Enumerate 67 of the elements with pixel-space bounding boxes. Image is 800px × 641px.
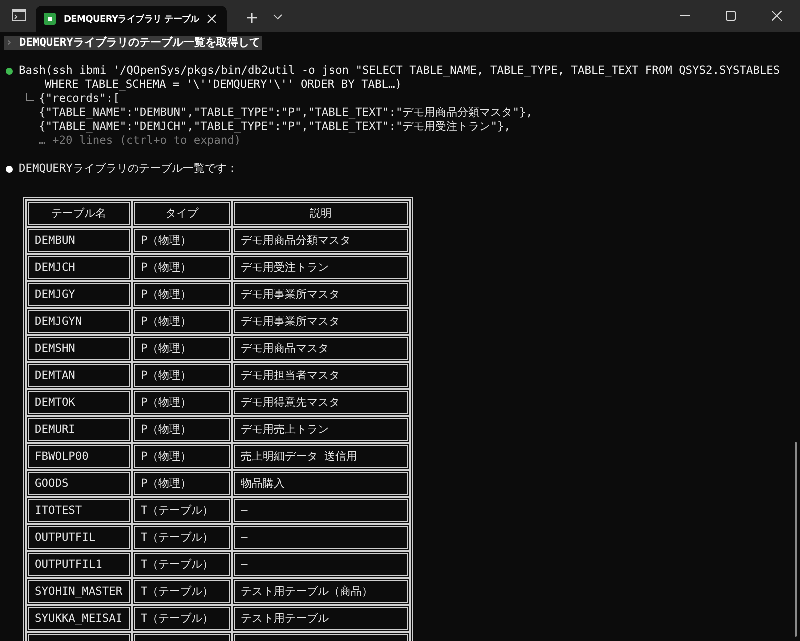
table-cell: DEMJCH — [26, 254, 132, 281]
table-cell: GOODS — [26, 470, 132, 497]
table-cell: デモ用担当者マスタ — [232, 362, 410, 389]
column-header: テーブル名 — [26, 200, 132, 227]
table-cell: P（物理） — [132, 335, 232, 362]
output-text: {"TABLE_NAME":"DEMBUN","TABLE_TYPE":"P","TABLE_TEXT":"デモ用商品分類マスタ"}, — [39, 106, 533, 120]
table-cell: DEMJGY — [26, 281, 132, 308]
table-cell: デモ用受注トラン — [232, 254, 410, 281]
assistant-message: DEMQUERYライブラリのテーブル一覧です： — [19, 162, 238, 176]
table-cell: T（テーブル） — [132, 497, 232, 524]
collapsed-lines-hint: … +20 lines (ctrl+o to expand) — [39, 134, 242, 148]
table-cell: DEMTOK — [26, 389, 132, 416]
maximize-icon[interactable] — [726, 11, 736, 21]
table-cell: デモ用事業所マスタ — [232, 281, 410, 308]
column-header: タイプ — [132, 200, 232, 227]
column-header: 説明 — [232, 200, 410, 227]
close-icon[interactable] — [772, 11, 782, 21]
table-cell: DEMTAN — [26, 362, 132, 389]
table-cell: デモ用商品マスタ — [232, 335, 410, 362]
table-cell: デモ用商品分類マスタ — [232, 227, 410, 254]
table-cell: OUTPUTFIL1 — [26, 551, 132, 578]
table-cell: – — [232, 497, 410, 524]
command-text: WHERE TABLE_SCHEMA = '\''DEMQUERY'\'' ORDER BY TABL…) — [44, 78, 403, 92]
table-cell: デモ用事業所マスタ — [232, 308, 410, 335]
table-cell: テスト用テーブル（商品） — [232, 578, 410, 605]
table-cell: DEMURI — [26, 416, 132, 443]
table-cell: P（物理） — [132, 362, 232, 389]
table-cell: P（物理） — [132, 308, 232, 335]
table-cell: OUTPUTFIL — [26, 524, 132, 551]
app-icon — [44, 13, 56, 25]
table-cell: P（物理） — [132, 443, 232, 470]
table-cell: P（物理） — [132, 470, 232, 497]
table-cell: P（物理） — [132, 227, 232, 254]
tab-title: DEMQUERYライブラリ テーブル — [64, 13, 200, 26]
table-cell: SYOHIN_MASTER — [26, 578, 132, 605]
table-cell: SYUKKA_MEISAI — [26, 605, 132, 632]
terminal-icon[interactable] — [12, 9, 26, 21]
output-text: {"records":[ — [39, 92, 121, 106]
table-cell: デモ用売上トラン — [232, 416, 410, 443]
table-cell: T（テーブル） — [132, 524, 232, 551]
table-cell: P（物理） — [132, 389, 232, 416]
close-icon[interactable] — [207, 14, 218, 24]
table-cell: – — [232, 524, 410, 551]
table-cell: P（物理） — [132, 416, 232, 443]
chevron-down-icon[interactable] — [272, 14, 283, 20]
table-cell: DEMJGYN — [26, 308, 132, 335]
table-cell: P（物理） — [132, 281, 232, 308]
table-cell: FBWOLP00 — [26, 443, 132, 470]
table-cell: DEMBUN — [26, 227, 132, 254]
table-cell: T（テーブル） — [132, 551, 232, 578]
table-cell: – — [232, 551, 410, 578]
table-cell: DEMSHN — [26, 335, 132, 362]
user-prompt: › DEMQUERYライブラリのテーブル一覧を取得して — [4, 36, 262, 50]
command-text: Bash(ssh ibmi '/QOpenSys/pkgs/bin/db2util -o json "SELECT TABLE_NAME, TABLE_TYPE, TABLE_TEXT FROM QSYS2.SYSTABLES — [19, 64, 780, 78]
table-cell: 物品購入 — [232, 470, 410, 497]
table-cell: テスト用テーブル — [232, 605, 410, 632]
table-cell: T（テーブル） — [132, 578, 232, 605]
terminal-tab[interactable]: DEMQUERYライブラリ テーブル — [36, 6, 228, 32]
table-cell: P（物理） — [132, 254, 232, 281]
scrollbar-thumb[interactable] — [795, 442, 797, 637]
table-cell: 売上明細データ 送信用 — [232, 443, 410, 470]
table-cell: T（テーブル） — [132, 605, 232, 632]
output-text: {"TABLE_NAME":"DEMJCH","TABLE_TYPE":"P","TABLE_TEXT":"デモ用受注トラン"}, — [39, 120, 512, 134]
table-cell: デモ用得意先マスタ — [232, 389, 410, 416]
tree-connector-icon — [26, 93, 34, 102]
new-tab-button[interactable]: + — [241, 8, 263, 27]
table-cell: ITOTEST — [26, 497, 132, 524]
